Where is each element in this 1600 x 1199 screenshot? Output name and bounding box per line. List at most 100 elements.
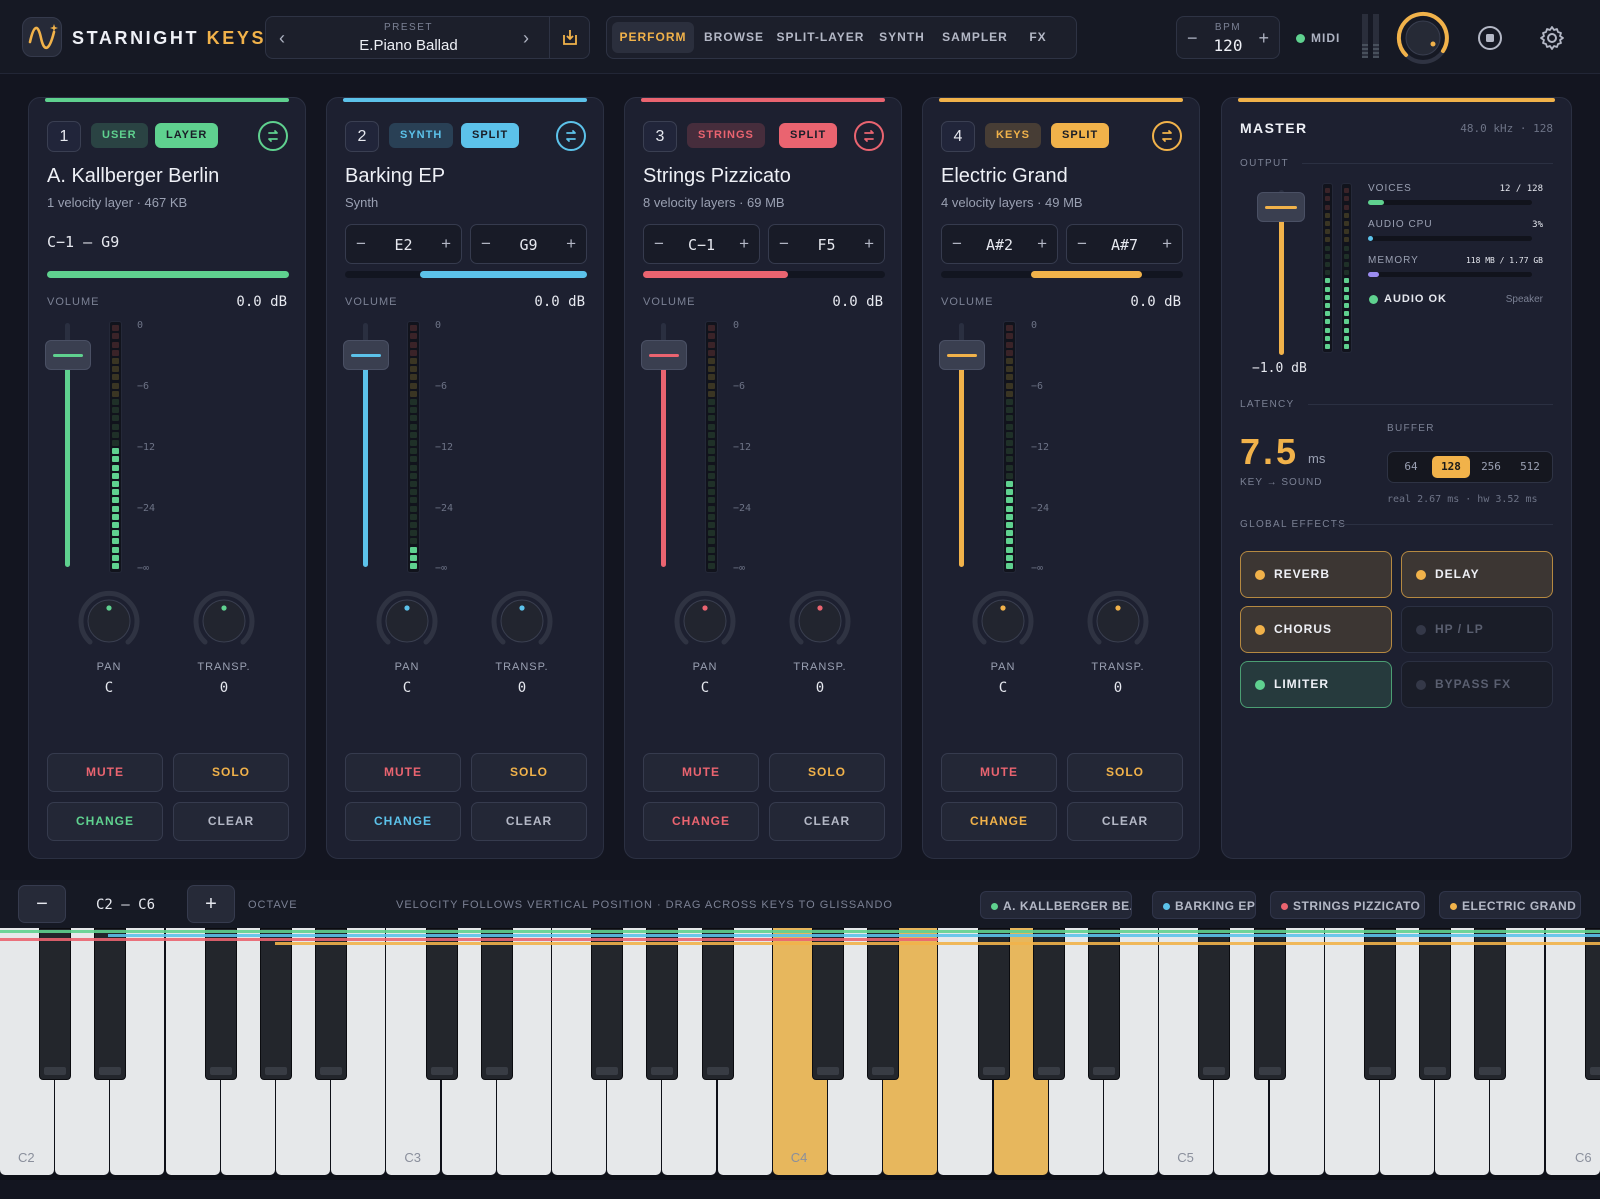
clear-button[interactable]: CLEAR bbox=[769, 802, 885, 841]
transpose-knob[interactable] bbox=[189, 586, 259, 656]
transpose-knob[interactable] bbox=[785, 586, 855, 656]
layer-chip-4[interactable]: ELECTRIC GRAND bbox=[1439, 891, 1581, 919]
range-low-increase[interactable]: + bbox=[739, 234, 749, 254]
black-key[interactable] bbox=[204, 928, 237, 1080]
channel-mode-badge[interactable]: SPLIT bbox=[461, 123, 520, 148]
swap-instrument-icon[interactable] bbox=[854, 121, 884, 151]
volume-fader-thumb[interactable] bbox=[45, 340, 91, 371]
black-key[interactable] bbox=[977, 928, 1010, 1080]
black-key[interactable] bbox=[260, 928, 292, 1080]
octave-up-button[interactable]: + bbox=[187, 885, 235, 923]
buffer-option-256[interactable]: 256 bbox=[1472, 456, 1510, 478]
range-high-increase[interactable]: + bbox=[566, 234, 576, 254]
fx-bypass-fx-toggle[interactable]: BYPASS FX bbox=[1401, 661, 1553, 708]
swap-instrument-icon[interactable] bbox=[1152, 121, 1182, 151]
master-fader-thumb[interactable] bbox=[1257, 191, 1305, 222]
clear-button[interactable]: CLEAR bbox=[471, 802, 587, 841]
range-low-increase[interactable]: + bbox=[1037, 234, 1047, 254]
change-button[interactable]: CHANGE bbox=[643, 802, 759, 841]
clear-button[interactable]: CLEAR bbox=[173, 802, 289, 841]
swap-instrument-icon[interactable] bbox=[556, 121, 586, 151]
black-key[interactable] bbox=[39, 928, 72, 1080]
meter-segment bbox=[410, 472, 417, 479]
black-key[interactable] bbox=[480, 928, 513, 1080]
volume-fader-thumb[interactable] bbox=[939, 340, 985, 371]
layer-chip-2[interactable]: BARKING EP bbox=[1152, 891, 1256, 919]
octave-down-button[interactable]: − bbox=[18, 885, 66, 923]
transpose-knob[interactable] bbox=[1083, 586, 1153, 656]
buffer-option-128[interactable]: 128 bbox=[1432, 456, 1470, 478]
solo-button[interactable]: SOLO bbox=[1067, 753, 1183, 792]
black-key[interactable] bbox=[812, 928, 844, 1080]
next-preset-icon[interactable]: › bbox=[523, 28, 529, 49]
save-preset-icon[interactable] bbox=[549, 17, 589, 58]
black-key[interactable] bbox=[1088, 928, 1120, 1080]
black-key[interactable] bbox=[867, 928, 900, 1080]
black-key[interactable] bbox=[591, 928, 624, 1080]
pan-knob[interactable] bbox=[670, 586, 740, 656]
mute-button[interactable]: MUTE bbox=[47, 753, 163, 792]
fx-reverb-toggle[interactable]: REVERB bbox=[1240, 551, 1392, 598]
solo-button[interactable]: SOLO bbox=[173, 753, 289, 792]
black-key[interactable] bbox=[701, 928, 734, 1080]
key-range-bar[interactable] bbox=[941, 271, 1183, 278]
layer-chip-3[interactable]: STRINGS PIZZICATO bbox=[1270, 891, 1425, 919]
tab-synth[interactable]: SYNTH bbox=[872, 22, 932, 53]
record-icon[interactable] bbox=[1476, 24, 1504, 52]
black-key[interactable] bbox=[94, 928, 127, 1080]
fx-limiter-toggle[interactable]: LIMITER bbox=[1240, 661, 1392, 708]
fx-hp-lp-toggle[interactable]: HP / LP bbox=[1401, 606, 1553, 653]
solo-button[interactable]: SOLO bbox=[769, 753, 885, 792]
change-button[interactable]: CHANGE bbox=[345, 802, 461, 841]
solo-button[interactable]: SOLO bbox=[471, 753, 587, 792]
range-high-increase[interactable]: + bbox=[1162, 234, 1172, 254]
layer-chip-1[interactable]: A. KALLBERGER BE... bbox=[980, 891, 1132, 919]
tab-perform[interactable]: PERFORM bbox=[612, 22, 694, 53]
pan-knob[interactable] bbox=[74, 586, 144, 656]
range-high-increase[interactable]: + bbox=[864, 234, 874, 254]
mute-button[interactable]: MUTE bbox=[643, 753, 759, 792]
key-range-bar[interactable] bbox=[643, 271, 885, 278]
channel-mode-badge[interactable]: SPLIT bbox=[779, 123, 838, 148]
swap-instrument-icon[interactable] bbox=[258, 121, 288, 151]
pan-knob[interactable] bbox=[968, 586, 1038, 656]
volume-fader-thumb[interactable] bbox=[641, 340, 687, 371]
fx-delay-toggle[interactable]: DELAY bbox=[1401, 551, 1553, 598]
channel-number: 3 bbox=[643, 121, 677, 152]
black-key[interactable] bbox=[1419, 928, 1452, 1080]
master-volume-knob[interactable] bbox=[1396, 11, 1450, 65]
buffer-option-64[interactable]: 64 bbox=[1392, 456, 1430, 478]
bpm-increase-button[interactable]: + bbox=[1258, 28, 1269, 49]
black-key[interactable] bbox=[1253, 928, 1286, 1080]
black-key[interactable] bbox=[1584, 928, 1600, 1080]
black-key[interactable] bbox=[646, 928, 679, 1080]
change-button[interactable]: CHANGE bbox=[47, 802, 163, 841]
change-button[interactable]: CHANGE bbox=[941, 802, 1057, 841]
tab-split-layer[interactable]: SPLIT-LAYER bbox=[774, 22, 867, 53]
black-key[interactable] bbox=[315, 928, 348, 1080]
tab-sampler[interactable]: SAMPLER bbox=[937, 22, 1013, 53]
tab-fx[interactable]: FX bbox=[1018, 22, 1058, 53]
range-low-increase[interactable]: + bbox=[441, 234, 451, 254]
channel-mode-badge[interactable]: SPLIT bbox=[1051, 123, 1110, 148]
black-key[interactable] bbox=[1474, 928, 1507, 1080]
mute-button[interactable]: MUTE bbox=[345, 753, 461, 792]
tab-browse[interactable]: BROWSE bbox=[699, 22, 769, 53]
mute-button[interactable]: MUTE bbox=[941, 753, 1057, 792]
clear-button[interactable]: CLEAR bbox=[1067, 802, 1183, 841]
black-key[interactable] bbox=[1364, 928, 1396, 1080]
volume-fader-thumb[interactable] bbox=[343, 340, 389, 371]
buffer-option-512[interactable]: 512 bbox=[1511, 456, 1549, 478]
transpose-knob[interactable] bbox=[487, 586, 557, 656]
key-range-bar[interactable] bbox=[47, 271, 289, 278]
preset-selector[interactable]: ‹ PRESET E.Piano Ballad › bbox=[265, 16, 590, 59]
black-key[interactable] bbox=[425, 928, 458, 1080]
meter-segment bbox=[112, 415, 119, 422]
black-key[interactable] bbox=[1032, 928, 1065, 1080]
channel-mode-badge[interactable]: LAYER bbox=[155, 123, 219, 148]
fx-chorus-toggle[interactable]: CHORUS bbox=[1240, 606, 1392, 653]
settings-gear-icon[interactable] bbox=[1538, 24, 1566, 52]
pan-knob[interactable] bbox=[372, 586, 442, 656]
black-key[interactable] bbox=[1198, 928, 1231, 1080]
key-range-bar[interactable] bbox=[345, 271, 587, 278]
